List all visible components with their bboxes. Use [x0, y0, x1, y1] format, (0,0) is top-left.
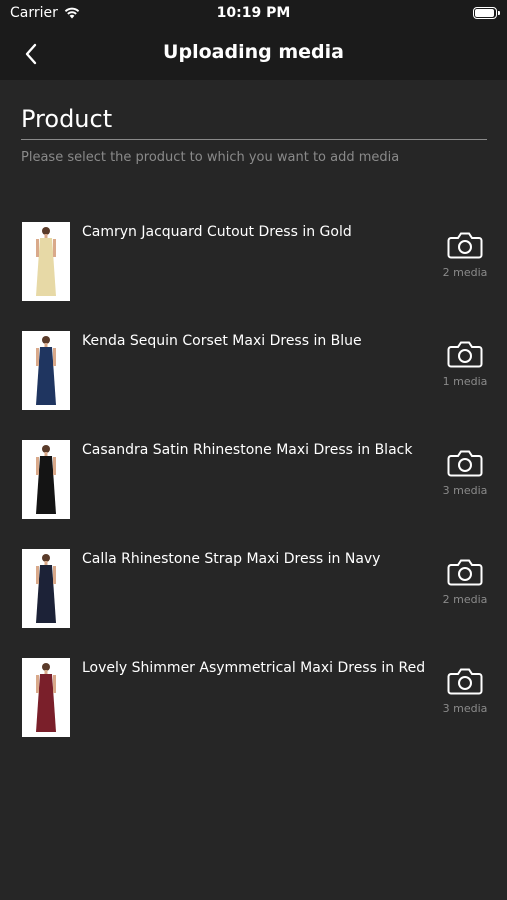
media-count: 3 media [442, 484, 488, 497]
dress-shape [36, 457, 39, 475]
product-row[interactable]: Camryn Jacquard Cutout Dress in Gold 2 m… [0, 218, 507, 327]
dress-shape [44, 561, 48, 565]
dress-shape [42, 554, 50, 562]
product-thumbnail [22, 331, 70, 410]
product-thumbnail [22, 222, 70, 301]
add-media-button[interactable]: 3 media [432, 658, 498, 724]
dress-shape [42, 227, 50, 235]
dress-shape [44, 452, 48, 456]
product-name: Calla Rhinestone Strap Maxi Dress in Nav… [82, 551, 381, 567]
dress-shape [53, 457, 56, 475]
add-media-button[interactable]: 2 media [432, 222, 498, 288]
dress-shape [39, 674, 53, 688]
page-title: Uploading media [163, 41, 344, 63]
media-count: 2 media [442, 593, 488, 606]
product-name: Kenda Sequin Corset Maxi Dress in Blue [82, 333, 362, 349]
navigation-bar: Uploading media [0, 28, 507, 80]
dress-shape [42, 445, 50, 453]
media-count: 1 media [442, 375, 488, 388]
dress-shape [44, 234, 48, 238]
product-name: Camryn Jacquard Cutout Dress in Gold [82, 224, 352, 240]
camera-icon [447, 232, 483, 259]
add-media-button[interactable]: 3 media [432, 440, 498, 506]
product-thumbnail [22, 549, 70, 628]
media-count: 3 media [442, 702, 488, 715]
product-row[interactable]: Lovely Shimmer Asymmetrical Maxi Dress i… [0, 654, 507, 763]
dress-shape [36, 688, 56, 732]
product-name: Casandra Satin Rhinestone Maxi Dress in … [82, 442, 413, 458]
add-media-button[interactable]: 1 media [432, 331, 498, 397]
dress-shape [36, 348, 39, 366]
dress-shape [36, 361, 56, 405]
camera-icon [447, 341, 483, 368]
dress-shape [36, 579, 56, 623]
dress-shape [36, 566, 39, 584]
status-bar: Carrier 10:19 PM [0, 0, 507, 28]
dress-shape [53, 675, 56, 693]
product-row[interactable]: Calla Rhinestone Strap Maxi Dress in Nav… [0, 545, 507, 654]
dress-shape [53, 239, 56, 257]
camera-icon [447, 668, 483, 695]
dress-shape [36, 470, 56, 514]
dress-shape [42, 336, 50, 344]
section-hint: Please select the product to which you w… [21, 150, 400, 165]
product-row[interactable]: Casandra Satin Rhinestone Maxi Dress in … [0, 436, 507, 545]
product-row[interactable]: Kenda Sequin Corset Maxi Dress in Blue 1… [0, 327, 507, 436]
clock: 10:19 PM [216, 5, 291, 21]
product-name: Lovely Shimmer Asymmetrical Maxi Dress i… [82, 660, 426, 676]
dress-shape [44, 670, 48, 674]
add-media-button[interactable]: 2 media [432, 549, 498, 615]
section-title: Product [21, 105, 113, 133]
dress-shape [39, 238, 53, 252]
product-thumbnail [22, 658, 70, 737]
dress-shape [36, 239, 39, 257]
dress-shape [44, 343, 48, 347]
product-list: Camryn Jacquard Cutout Dress in Gold 2 m… [0, 218, 507, 763]
dress-shape [42, 663, 50, 671]
dress-shape [39, 565, 53, 579]
dress-shape [53, 566, 56, 584]
media-count: 2 media [442, 266, 488, 279]
battery-level [475, 9, 494, 17]
section-divider [21, 139, 487, 140]
dress-shape [39, 347, 53, 361]
product-thumbnail [22, 440, 70, 519]
dress-shape [53, 348, 56, 366]
battery-icon [473, 7, 500, 19]
camera-icon [447, 450, 483, 477]
dress-shape [39, 456, 53, 470]
dress-shape [36, 675, 39, 693]
camera-icon [447, 559, 483, 586]
dress-shape [36, 252, 56, 296]
